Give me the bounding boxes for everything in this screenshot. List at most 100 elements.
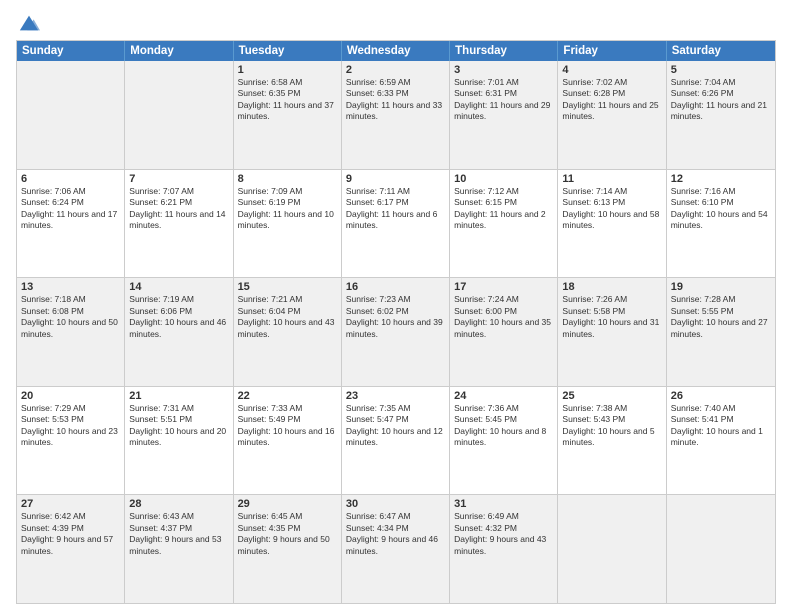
calendar-cell: 14Sunrise: 7:19 AM Sunset: 6:06 PM Dayli… [125, 278, 233, 386]
calendar-cell [558, 495, 666, 603]
day-info: Sunrise: 7:19 AM Sunset: 6:06 PM Dayligh… [129, 294, 228, 340]
day-number: 13 [21, 281, 120, 293]
calendar-cell: 25Sunrise: 7:38 AM Sunset: 5:43 PM Dayli… [558, 387, 666, 495]
calendar-header-cell: Thursday [450, 41, 558, 61]
day-info: Sunrise: 7:33 AM Sunset: 5:49 PM Dayligh… [238, 403, 337, 449]
day-number: 6 [21, 173, 120, 185]
calendar-cell: 4Sunrise: 7:02 AM Sunset: 6:28 PM Daylig… [558, 61, 666, 169]
day-number: 29 [238, 498, 337, 510]
calendar-cell: 30Sunrise: 6:47 AM Sunset: 4:34 PM Dayli… [342, 495, 450, 603]
day-number: 11 [562, 173, 661, 185]
logo-icon [18, 12, 40, 34]
calendar-cell: 16Sunrise: 7:23 AM Sunset: 6:02 PM Dayli… [342, 278, 450, 386]
day-number: 22 [238, 390, 337, 402]
calendar: SundayMondayTuesdayWednesdayThursdayFrid… [16, 40, 776, 604]
calendar-cell: 31Sunrise: 6:49 AM Sunset: 4:32 PM Dayli… [450, 495, 558, 603]
day-info: Sunrise: 6:59 AM Sunset: 6:33 PM Dayligh… [346, 77, 445, 123]
calendar-cell [667, 495, 775, 603]
page: SundayMondayTuesdayWednesdayThursdayFrid… [0, 0, 792, 612]
day-number: 24 [454, 390, 553, 402]
day-info: Sunrise: 7:09 AM Sunset: 6:19 PM Dayligh… [238, 186, 337, 232]
calendar-cell: 23Sunrise: 7:35 AM Sunset: 5:47 PM Dayli… [342, 387, 450, 495]
calendar-row: 27Sunrise: 6:42 AM Sunset: 4:39 PM Dayli… [17, 494, 775, 603]
day-number: 25 [562, 390, 661, 402]
calendar-cell: 18Sunrise: 7:26 AM Sunset: 5:58 PM Dayli… [558, 278, 666, 386]
day-number: 17 [454, 281, 553, 293]
day-info: Sunrise: 7:35 AM Sunset: 5:47 PM Dayligh… [346, 403, 445, 449]
day-info: Sunrise: 6:47 AM Sunset: 4:34 PM Dayligh… [346, 511, 445, 557]
day-number: 15 [238, 281, 337, 293]
day-info: Sunrise: 7:14 AM Sunset: 6:13 PM Dayligh… [562, 186, 661, 232]
day-number: 21 [129, 390, 228, 402]
day-info: Sunrise: 6:42 AM Sunset: 4:39 PM Dayligh… [21, 511, 120, 557]
calendar-cell: 24Sunrise: 7:36 AM Sunset: 5:45 PM Dayli… [450, 387, 558, 495]
calendar-header-cell: Monday [125, 41, 233, 61]
calendar-cell: 10Sunrise: 7:12 AM Sunset: 6:15 PM Dayli… [450, 170, 558, 278]
calendar-cell: 2Sunrise: 6:59 AM Sunset: 6:33 PM Daylig… [342, 61, 450, 169]
day-info: Sunrise: 6:43 AM Sunset: 4:37 PM Dayligh… [129, 511, 228, 557]
calendar-cell: 21Sunrise: 7:31 AM Sunset: 5:51 PM Dayli… [125, 387, 233, 495]
day-number: 31 [454, 498, 553, 510]
day-number: 14 [129, 281, 228, 293]
day-number: 18 [562, 281, 661, 293]
day-info: Sunrise: 7:16 AM Sunset: 6:10 PM Dayligh… [671, 186, 771, 232]
calendar-cell: 8Sunrise: 7:09 AM Sunset: 6:19 PM Daylig… [234, 170, 342, 278]
day-number: 8 [238, 173, 337, 185]
logo [16, 12, 40, 34]
day-number: 27 [21, 498, 120, 510]
day-info: Sunrise: 7:29 AM Sunset: 5:53 PM Dayligh… [21, 403, 120, 449]
calendar-cell: 9Sunrise: 7:11 AM Sunset: 6:17 PM Daylig… [342, 170, 450, 278]
day-number: 19 [671, 281, 771, 293]
day-info: Sunrise: 7:36 AM Sunset: 5:45 PM Dayligh… [454, 403, 553, 449]
calendar-cell: 13Sunrise: 7:18 AM Sunset: 6:08 PM Dayli… [17, 278, 125, 386]
day-info: Sunrise: 7:12 AM Sunset: 6:15 PM Dayligh… [454, 186, 553, 232]
day-info: Sunrise: 7:24 AM Sunset: 6:00 PM Dayligh… [454, 294, 553, 340]
calendar-cell: 29Sunrise: 6:45 AM Sunset: 4:35 PM Dayli… [234, 495, 342, 603]
calendar-header: SundayMondayTuesdayWednesdayThursdayFrid… [17, 41, 775, 61]
day-number: 1 [238, 64, 337, 76]
calendar-header-cell: Tuesday [234, 41, 342, 61]
calendar-cell: 6Sunrise: 7:06 AM Sunset: 6:24 PM Daylig… [17, 170, 125, 278]
calendar-row: 1Sunrise: 6:58 AM Sunset: 6:35 PM Daylig… [17, 61, 775, 169]
day-info: Sunrise: 7:07 AM Sunset: 6:21 PM Dayligh… [129, 186, 228, 232]
calendar-row: 6Sunrise: 7:06 AM Sunset: 6:24 PM Daylig… [17, 169, 775, 278]
calendar-cell: 17Sunrise: 7:24 AM Sunset: 6:00 PM Dayli… [450, 278, 558, 386]
day-number: 3 [454, 64, 553, 76]
calendar-cell: 7Sunrise: 7:07 AM Sunset: 6:21 PM Daylig… [125, 170, 233, 278]
header [16, 12, 776, 34]
calendar-header-cell: Sunday [17, 41, 125, 61]
day-info: Sunrise: 7:40 AM Sunset: 5:41 PM Dayligh… [671, 403, 771, 449]
calendar-body: 1Sunrise: 6:58 AM Sunset: 6:35 PM Daylig… [17, 61, 775, 603]
calendar-cell: 15Sunrise: 7:21 AM Sunset: 6:04 PM Dayli… [234, 278, 342, 386]
day-info: Sunrise: 7:31 AM Sunset: 5:51 PM Dayligh… [129, 403, 228, 449]
calendar-cell: 3Sunrise: 7:01 AM Sunset: 6:31 PM Daylig… [450, 61, 558, 169]
calendar-cell: 1Sunrise: 6:58 AM Sunset: 6:35 PM Daylig… [234, 61, 342, 169]
day-info: Sunrise: 7:18 AM Sunset: 6:08 PM Dayligh… [21, 294, 120, 340]
day-number: 4 [562, 64, 661, 76]
day-number: 7 [129, 173, 228, 185]
day-number: 9 [346, 173, 445, 185]
day-info: Sunrise: 7:28 AM Sunset: 5:55 PM Dayligh… [671, 294, 771, 340]
day-number: 2 [346, 64, 445, 76]
day-info: Sunrise: 6:49 AM Sunset: 4:32 PM Dayligh… [454, 511, 553, 557]
calendar-row: 20Sunrise: 7:29 AM Sunset: 5:53 PM Dayli… [17, 386, 775, 495]
calendar-cell: 26Sunrise: 7:40 AM Sunset: 5:41 PM Dayli… [667, 387, 775, 495]
day-info: Sunrise: 7:23 AM Sunset: 6:02 PM Dayligh… [346, 294, 445, 340]
day-number: 12 [671, 173, 771, 185]
day-number: 5 [671, 64, 771, 76]
day-number: 10 [454, 173, 553, 185]
day-info: Sunrise: 7:21 AM Sunset: 6:04 PM Dayligh… [238, 294, 337, 340]
calendar-header-cell: Wednesday [342, 41, 450, 61]
day-info: Sunrise: 7:04 AM Sunset: 6:26 PM Dayligh… [671, 77, 771, 123]
calendar-cell: 11Sunrise: 7:14 AM Sunset: 6:13 PM Dayli… [558, 170, 666, 278]
day-info: Sunrise: 7:06 AM Sunset: 6:24 PM Dayligh… [21, 186, 120, 232]
day-number: 23 [346, 390, 445, 402]
calendar-cell: 28Sunrise: 6:43 AM Sunset: 4:37 PM Dayli… [125, 495, 233, 603]
day-number: 28 [129, 498, 228, 510]
day-info: Sunrise: 7:11 AM Sunset: 6:17 PM Dayligh… [346, 186, 445, 232]
calendar-cell [125, 61, 233, 169]
day-number: 30 [346, 498, 445, 510]
calendar-cell: 19Sunrise: 7:28 AM Sunset: 5:55 PM Dayli… [667, 278, 775, 386]
calendar-cell: 20Sunrise: 7:29 AM Sunset: 5:53 PM Dayli… [17, 387, 125, 495]
calendar-header-cell: Saturday [667, 41, 775, 61]
